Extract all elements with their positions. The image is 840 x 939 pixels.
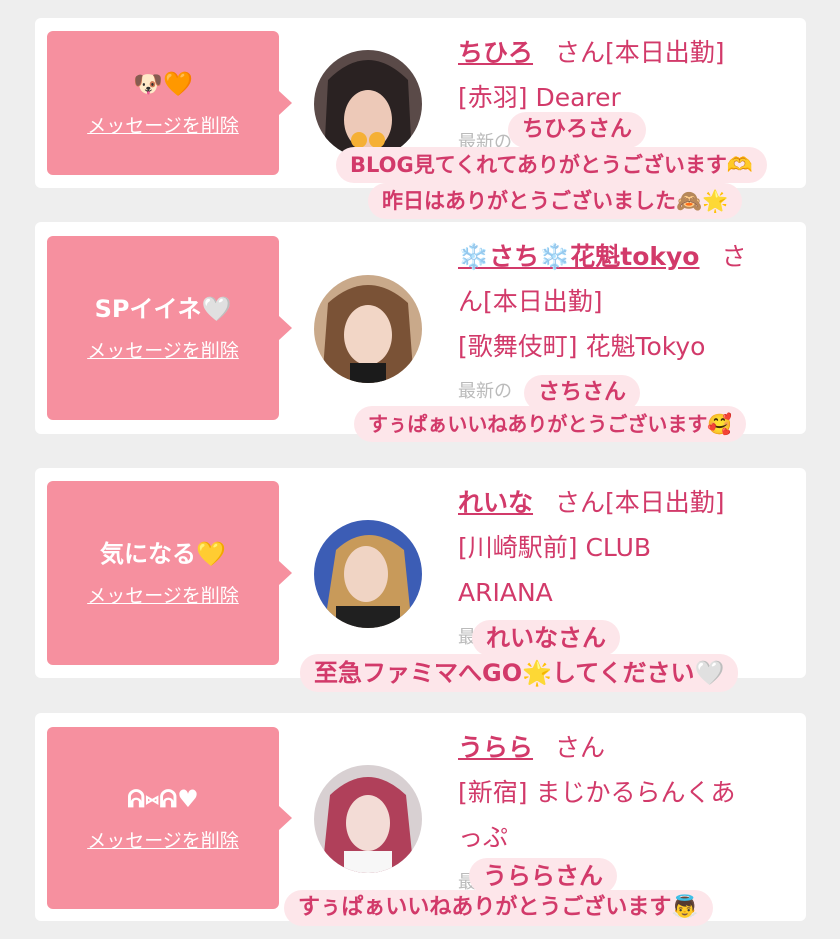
message-text: 🐶🧡 bbox=[133, 69, 193, 98]
delete-message-link[interactable]: メッセージを削除 bbox=[87, 581, 239, 608]
caption-sticker: 至急ファミマへGO🌟してください🤍 bbox=[300, 654, 739, 692]
message-text: SPイイネ🤍 bbox=[94, 294, 232, 323]
caption-name-sticker: うららさん bbox=[469, 858, 617, 894]
cast-name-link[interactable]: ❄️さち❄️花魁tokyo bbox=[458, 242, 699, 271]
status-text: [本日出勤] bbox=[605, 488, 725, 517]
message-bubble: SPイイネ🤍 メッセージを削除 bbox=[47, 236, 292, 420]
honorific: さ bbox=[721, 242, 747, 271]
status-text: [本日出勤] bbox=[605, 38, 725, 67]
caption-sticker: BLOG見てくれてありがとうございます🫶 bbox=[336, 147, 767, 183]
avatar[interactable] bbox=[314, 50, 422, 158]
favorite-card: SPイイネ🤍 メッセージを削除 ❄️さち❄️花魁tokyo さ ん[本日出勤] [… bbox=[35, 222, 806, 434]
delete-message-link[interactable]: メッセージを削除 bbox=[87, 826, 239, 853]
cast-name-link[interactable]: ちひろ bbox=[458, 38, 533, 67]
message-bubble: 気になる💛 メッセージを削除 bbox=[47, 481, 292, 665]
status-text: ん[本日出勤] bbox=[458, 287, 603, 316]
caption-name-sticker: れいなさん bbox=[472, 620, 620, 656]
shop-text: [歌舞伎町] 花魁Tokyo bbox=[458, 332, 706, 361]
message-text: ᕱ⑅ᕱ♥ bbox=[127, 784, 199, 813]
honorific: さん bbox=[555, 488, 606, 517]
avatar[interactable] bbox=[314, 520, 422, 628]
caption-name-sticker: ちひろさん bbox=[508, 112, 647, 148]
shop-text-cont: っぷ bbox=[458, 823, 509, 852]
avatar[interactable] bbox=[314, 275, 422, 383]
avatar[interactable] bbox=[314, 765, 422, 873]
shop-text: [川崎駅前] CLUB bbox=[458, 533, 652, 562]
caption-sticker: すぅぱぁいいねありがとうございます👼 bbox=[284, 890, 713, 926]
cast-name-link[interactable]: うらら bbox=[458, 733, 533, 762]
shop-text-cont: ARIANA bbox=[458, 578, 553, 607]
message-bubble: ᕱ⑅ᕱ♥ メッセージを削除 bbox=[47, 727, 292, 909]
message-bubble: 🐶🧡 メッセージを削除 bbox=[47, 31, 292, 175]
honorific: さん bbox=[555, 38, 606, 67]
delete-message-link[interactable]: メッセージを削除 bbox=[87, 111, 239, 138]
delete-message-link[interactable]: メッセージを削除 bbox=[87, 336, 239, 363]
shop-text: [新宿] まじかるらんくあ bbox=[458, 778, 736, 807]
cast-name-link[interactable]: れいな bbox=[458, 488, 533, 517]
caption-sticker: 昨日はありがとうございました🙈🌟 bbox=[368, 183, 743, 219]
honorific: さん bbox=[555, 733, 606, 762]
favorite-card: 気になる💛 メッセージを削除 れいな さん[本日出勤] [川崎駅前] CLUB A… bbox=[35, 468, 806, 678]
caption-sticker: すぅぱぁいいねありがとうございます🥰 bbox=[354, 406, 747, 442]
message-text: 気になる💛 bbox=[100, 539, 226, 568]
